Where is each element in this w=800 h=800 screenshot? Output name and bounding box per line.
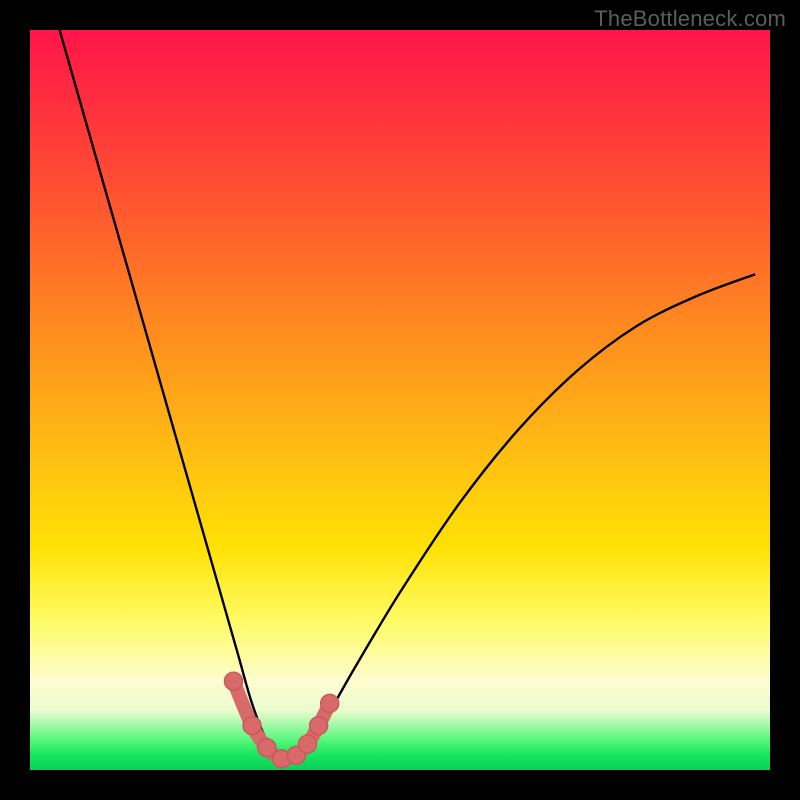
data-marker	[258, 739, 276, 757]
data-marker	[225, 672, 243, 690]
data-marker	[299, 735, 317, 753]
curve-layer	[30, 30, 770, 770]
marker-group	[225, 672, 339, 768]
watermark-text: TheBottleneck.com	[594, 6, 786, 32]
chart-frame: TheBottleneck.com	[0, 0, 800, 800]
data-marker	[321, 694, 339, 712]
data-marker	[243, 717, 261, 735]
plot-area	[30, 30, 770, 770]
data-marker	[310, 717, 328, 735]
bottleneck-curve	[60, 30, 756, 760]
